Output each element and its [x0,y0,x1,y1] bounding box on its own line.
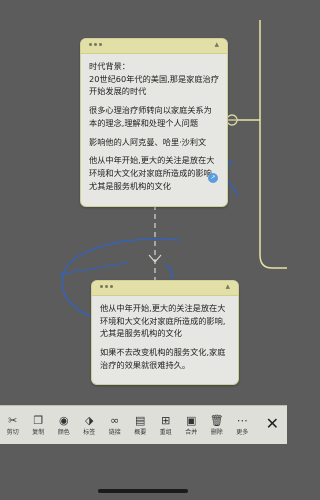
card-text: 很多心理治疗师转向以家庭关系为本的理念,理解和处理个人问题 [89,105,212,128]
drag-handle-icon[interactable] [100,285,113,288]
link-icon: ∞ [110,413,120,427]
card-header[interactable]: ▴ [92,281,238,296]
summary-icon: ▤ [135,413,146,427]
trash-icon: 🗑 [209,413,224,427]
toolbar-item-tag[interactable]: ⬗ 标签 [77,413,103,436]
home-indicator[interactable] [98,489,188,493]
right-branch-line [227,119,287,269]
card-text: 他从中年开始,更大的关注是放在大环境和大文化对家庭所造成的影响,尤其是服务机构的… [100,303,226,339]
close-icon[interactable]: ✕ [266,413,279,435]
tag-icon: ⬗ [85,413,94,427]
link-badge-icon[interactable]: ↗ [208,173,218,183]
ink-underline-stroke [59,261,129,275]
toolbar-item-reorganize[interactable]: ⊞ 重组 [153,413,179,436]
collapse-icon[interactable]: ▴ [225,282,230,292]
more-icon: ⋯ [236,413,248,427]
toolbar-item-cut[interactable]: ✂ 剪切 [0,413,26,436]
card-text: 他从中年开始,更大的关注是放在大环境和大文化对家庭所造成的影响,尤其是服务机构的… [89,155,215,191]
scissors-icon: ✂ [8,413,18,427]
toolbar-label: 颜色 [57,428,70,436]
toolbar-label: 标签 [83,428,96,436]
edit-toolbar: ✂ 剪切 ❐ 复制 ◉ 颜色 ⬗ 标签 ∞ 链接 ▤ 概要 ⊞ 重组 ▣ 合并 … [0,405,287,445]
collapse-icon[interactable]: ▴ [214,40,219,50]
toolbar-label: 删除 [210,428,223,436]
toolbar-label: 合并 [185,428,198,436]
card-text: 时代背景： 20世纪60年代的美国,那是家庭治疗开始发展的时代 [89,61,219,97]
card-text: 影响他的人阿克曼、哈里·沙利文 [89,136,207,147]
toolbar-label: 剪切 [6,428,19,436]
copy-icon: ❐ [33,413,44,427]
toolbar-label: 更多 [236,428,249,436]
toolbar-item-more[interactable]: ⋯ 更多 [230,413,256,436]
toolbar-label: 链接 [108,428,121,436]
toolbar-item-summary[interactable]: ▤ 概要 [128,413,154,436]
toolbar-item-copy[interactable]: ❐ 复制 [26,413,52,436]
topic-card-top[interactable]: ▴ 时代背景： 20世纪60年代的美国,那是家庭治疗开始发展的时代 很多心理治疗… [80,38,228,207]
topic-card-bottom[interactable]: ▴ 他从中年开始,更大的关注是放在大环境和大文化对家庭所造成的影响,尤其是服务机… [91,280,239,385]
card-header[interactable]: ▴ [81,39,227,54]
drag-handle-icon[interactable] [89,43,102,46]
toolbar-label: 概要 [134,428,147,436]
card-text: 如果不去改变机构的服务文化,家庭治疗的效果就很难持久。 [100,347,226,370]
toolbar-item-delete[interactable]: 🗑 删除 [204,413,230,436]
layout-icon: ⊞ [161,413,171,427]
toolbar-label: 重组 [159,428,172,436]
merge-icon: ▣ [186,413,197,427]
toolbar-label: 复制 [32,428,45,436]
toolbar-item-color[interactable]: ◉ 颜色 [51,413,77,436]
palette-icon: ◉ [58,413,69,427]
toolbar-item-merge[interactable]: ▣ 合并 [179,413,205,436]
toolbar-item-link[interactable]: ∞ 链接 [102,413,128,436]
